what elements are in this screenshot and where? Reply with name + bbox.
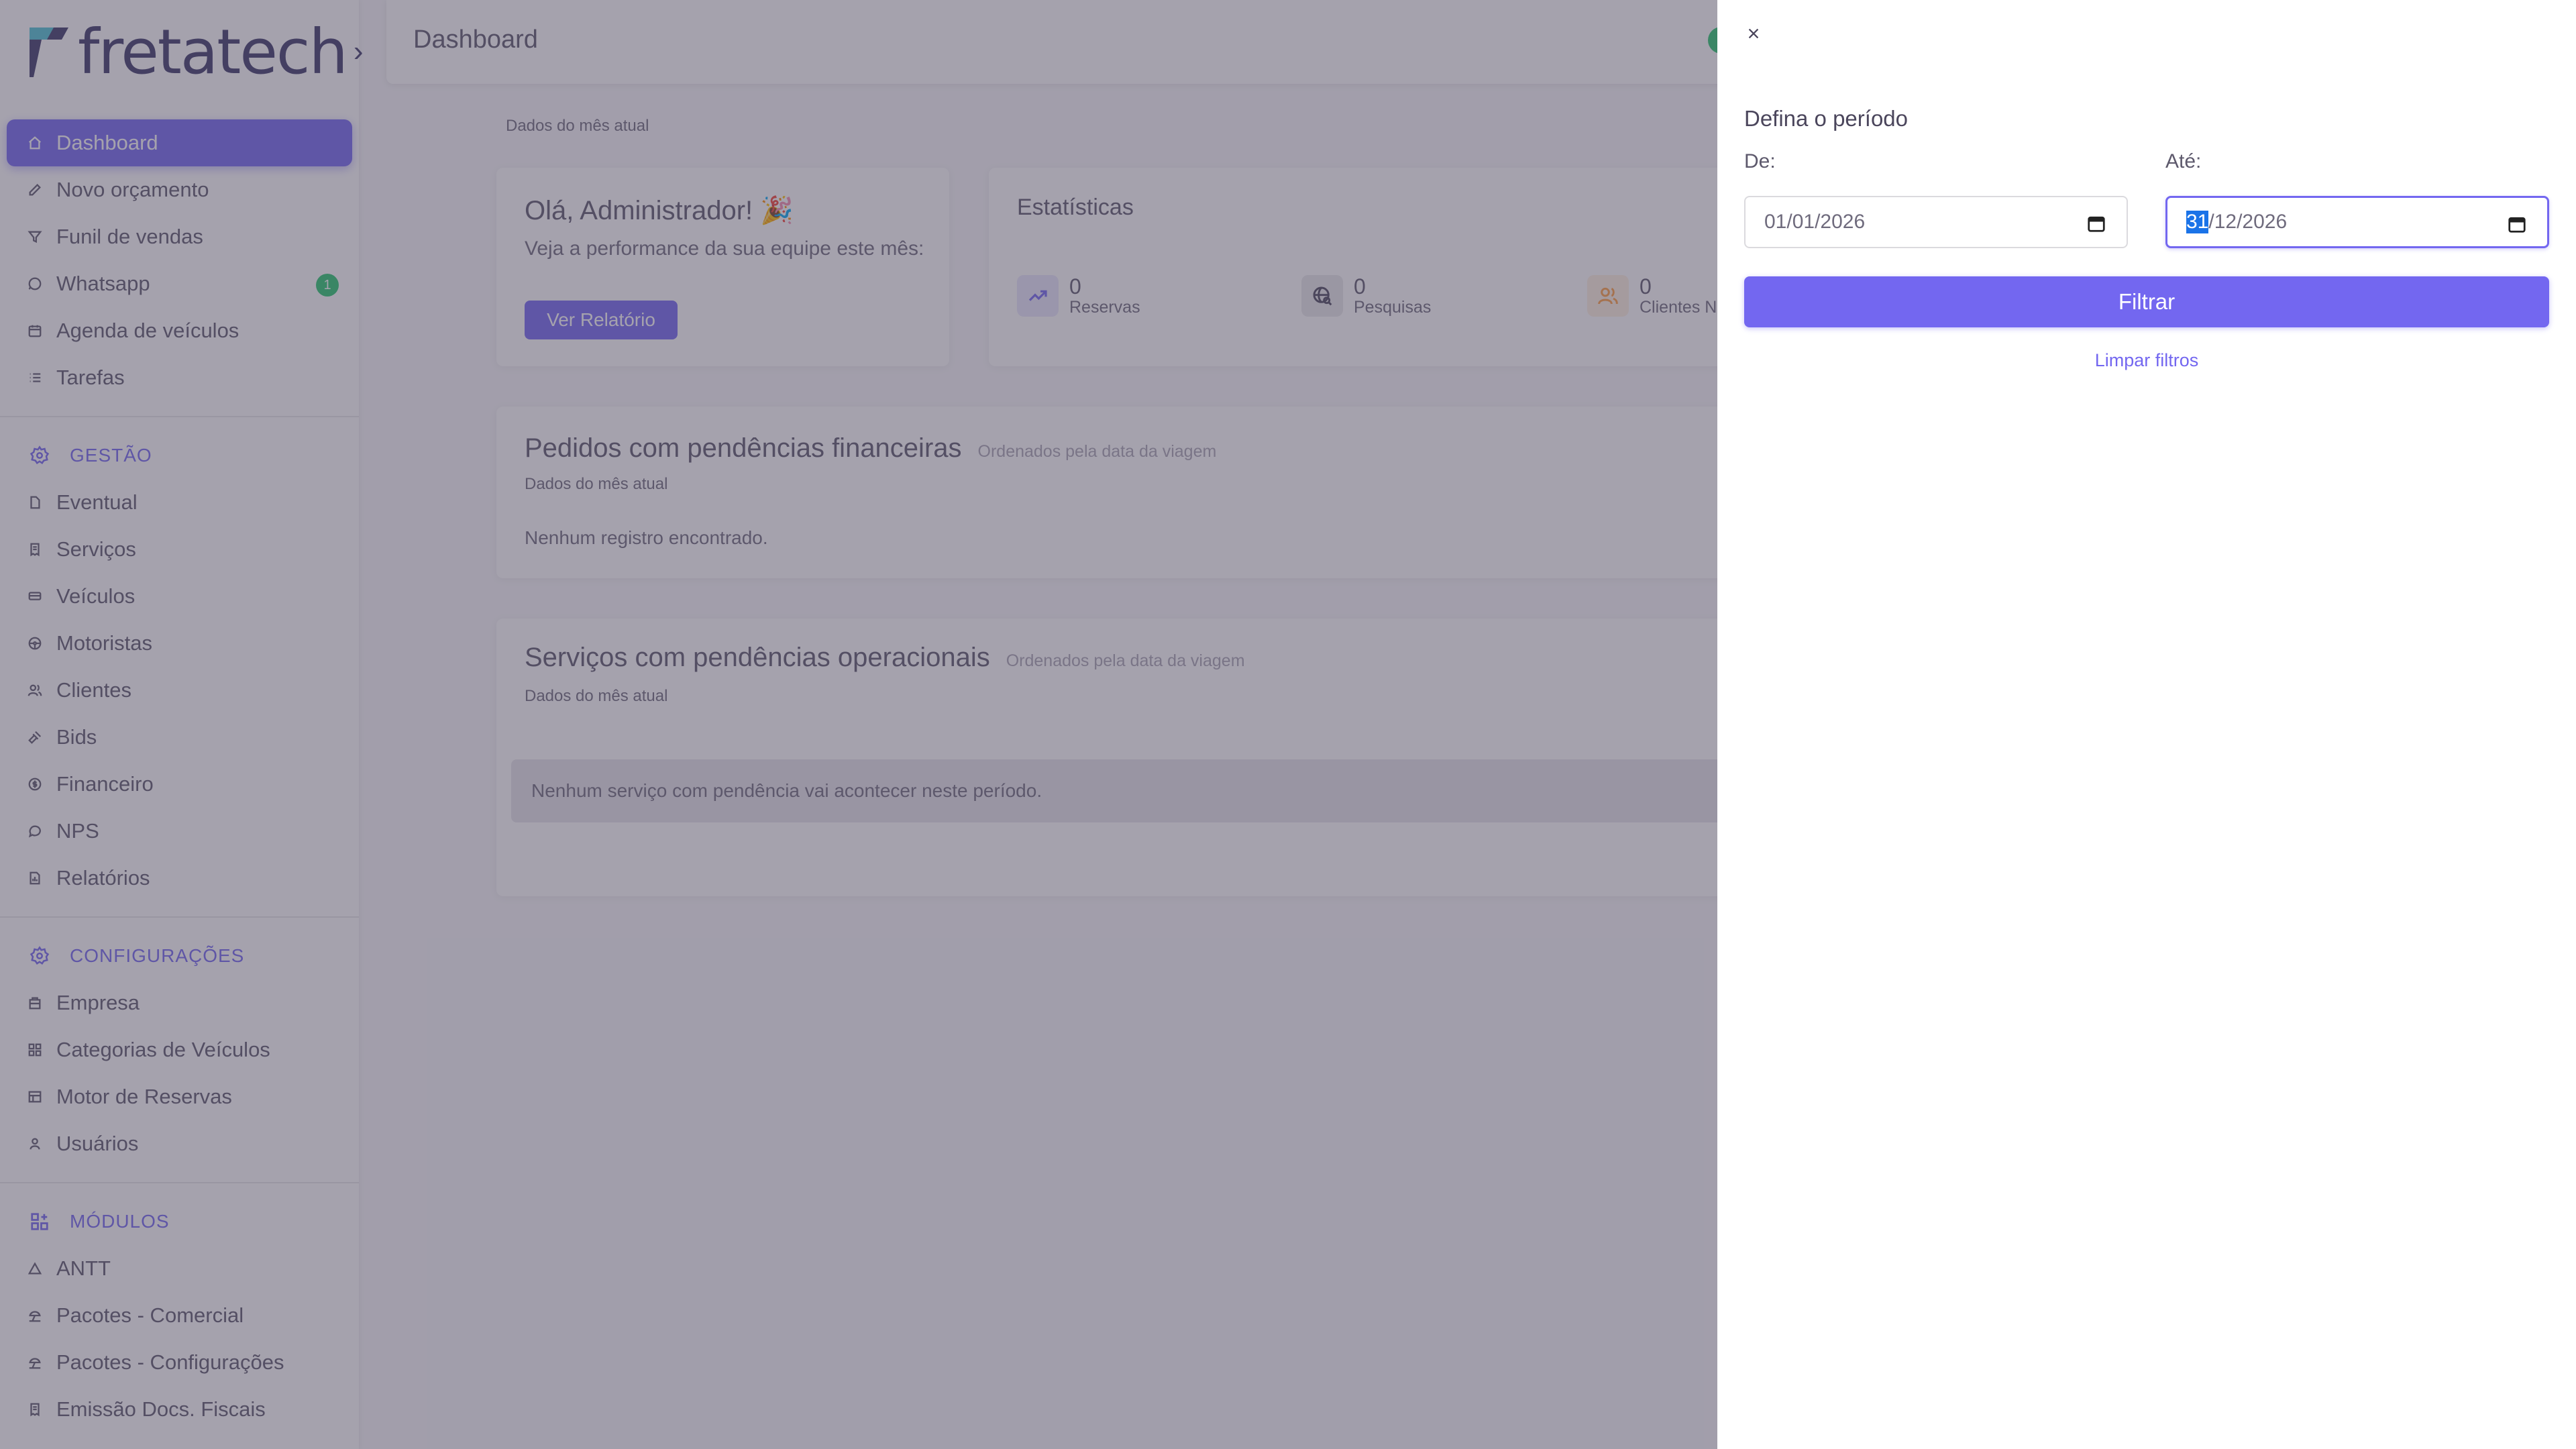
to-date-input[interactable]: 31/12/2026 <box>2165 196 2549 248</box>
drawer-title: Defina o período <box>1744 106 1909 131</box>
from-label: De: <box>1744 150 1776 172</box>
close-icon[interactable] <box>1740 20 1767 47</box>
filter-button[interactable]: Filtrar <box>1744 276 2549 327</box>
from-date-input[interactable]: 01/01/2026 <box>1744 196 2128 248</box>
to-date-value: /12/2026 <box>2208 211 2288 233</box>
to-date-day-selected: 31 <box>2186 211 2209 233</box>
clear-filters-link[interactable]: Limpar filtros <box>1744 350 2549 371</box>
to-label: Até: <box>2165 150 2202 172</box>
from-date-value: 01/01/2026 <box>1764 211 1866 233</box>
modal-backdrop[interactable] <box>0 0 1717 1449</box>
calendar-icon[interactable] <box>2507 214 2527 234</box>
calendar-icon[interactable] <box>2086 213 2106 233</box>
